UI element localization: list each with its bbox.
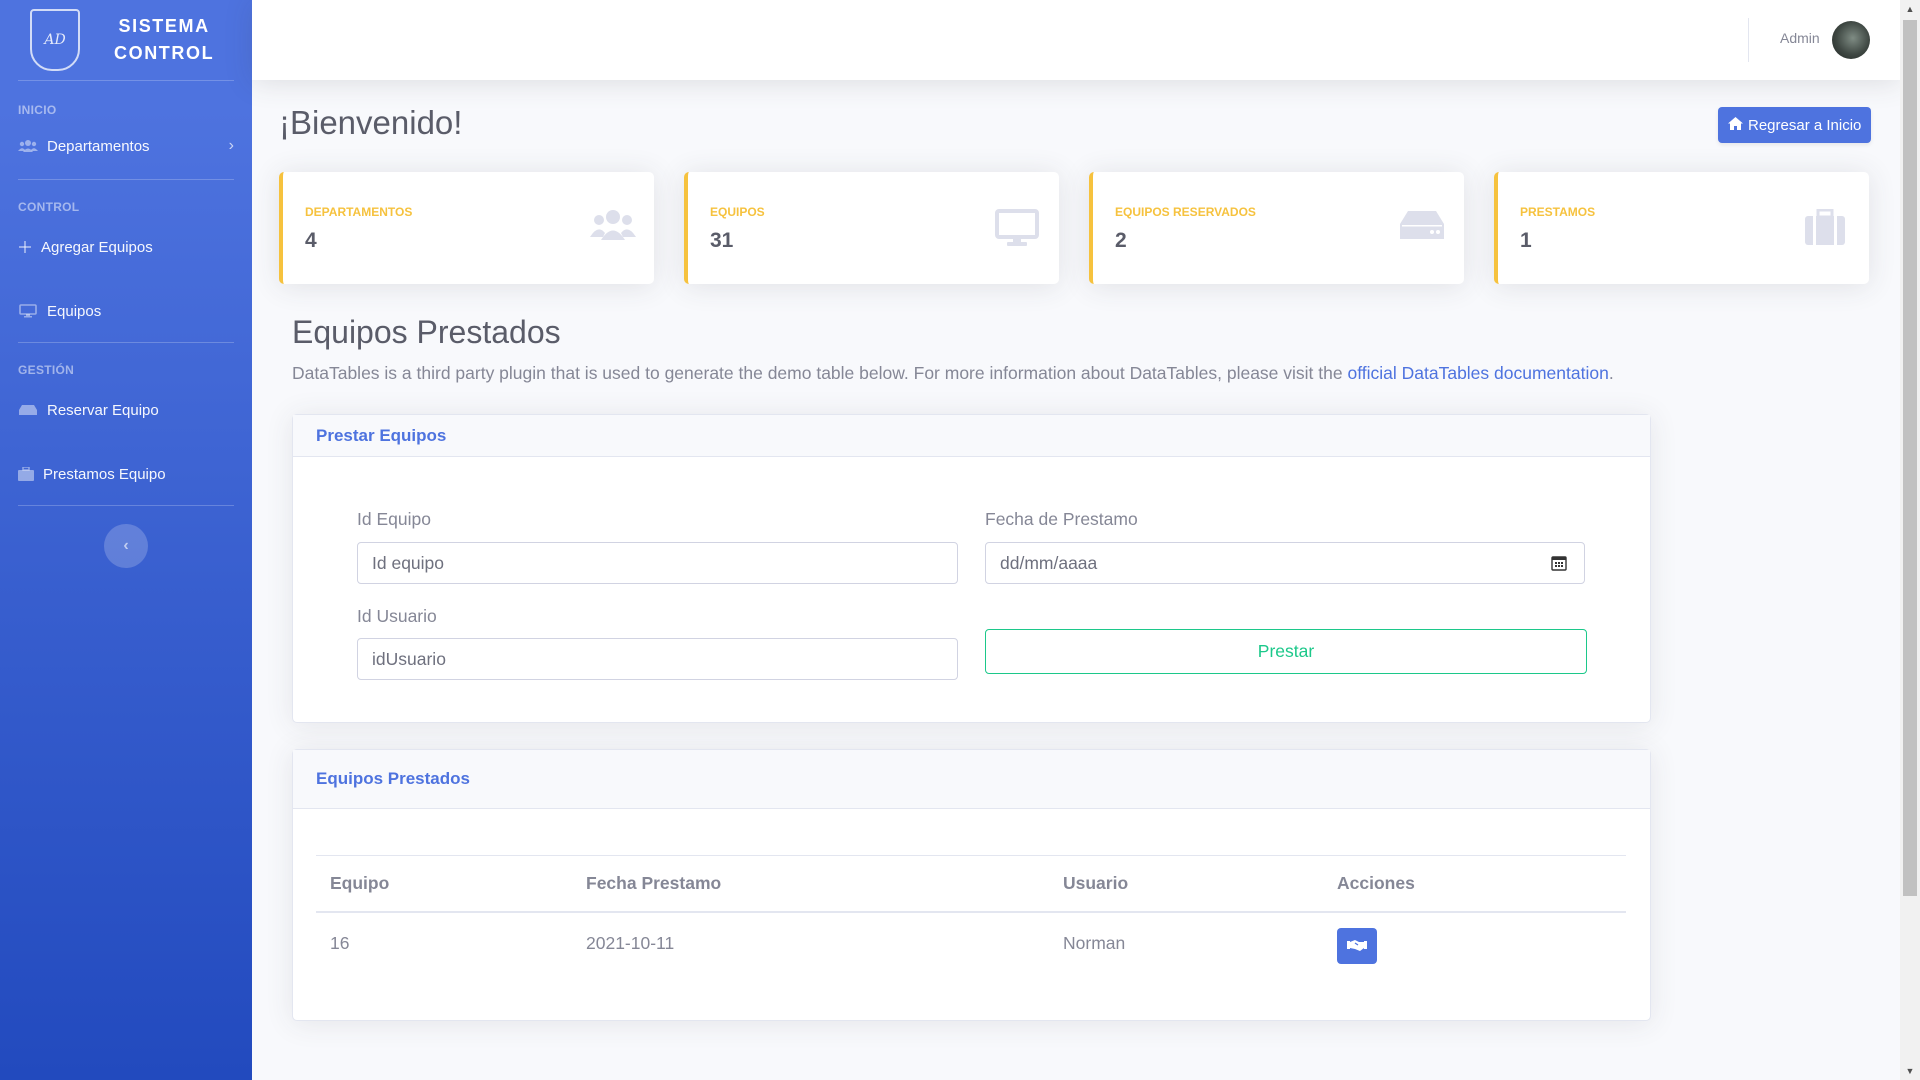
avatar[interactable] [1832,21,1870,59]
desktop-icon [995,209,1039,246]
prestar-button[interactable]: Prestar [985,629,1587,674]
calendar-icon[interactable] [1551,555,1567,571]
scroll-up-arrow-icon[interactable]: ▲ [1900,0,1920,18]
briefcase-icon [1805,208,1849,245]
id-usuario-input[interactable] [357,638,958,680]
stat-card-equipos-reservados: EQUIPOS RESERVADOS 2 [1089,172,1464,284]
sidebar: AD SISTEMA CONTROL INICIO Departamentos … [0,0,252,1080]
sidebar-item-label: Equipos [47,302,102,320]
plus-icon [18,239,32,255]
chevron-right-icon: › [228,137,234,154]
briefcase-icon [18,466,34,482]
cell-equipo: 16 [330,932,350,953]
scroll-down-arrow-icon[interactable]: ▼ [1900,1062,1920,1080]
sidebar-item-prestamos-equipo[interactable]: Prestamos Equipo [0,449,252,499]
topbar-divider [1748,18,1749,62]
sidebar-toggle-button[interactable]: ‹ [104,524,148,568]
id-equipo-input[interactable] [357,542,958,584]
stat-label: PRESTAMOS [1520,205,1596,219]
users-icon [590,209,636,245]
description-text: DataTables is a third party plugin that … [292,363,1348,383]
devolver-button[interactable] [1337,928,1377,964]
id-usuario-label: Id Usuario [357,606,437,626]
column-header[interactable]: Usuario [1049,855,1323,913]
stat-card-departamentos: DEPARTAMENTOS 4 [279,172,654,284]
card-header: Prestar Equipos [293,415,1650,457]
datatables-docs-link[interactable]: official DataTables documentation [1347,363,1608,383]
stat-label: EQUIPOS [710,205,765,219]
university-logo: AD [30,9,80,71]
column-header[interactable]: Equipo [316,855,572,913]
sidebar-heading-control: CONTROL [18,200,80,214]
page-scrollbar[interactable]: ▲ ▼ [1900,0,1920,1080]
users-icon [18,138,38,154]
hdd-icon [18,402,38,418]
sidebar-divider [18,342,234,343]
chevron-left-icon: ‹ [123,537,129,554]
sidebar-heading-gestion: GESTIÓN [18,363,75,377]
stat-card-equipos: EQUIPOS 31 [684,172,1059,284]
sidebar-item-label: Prestamos Equipo [43,465,166,483]
prestar-equipos-card: Prestar Equipos Id Equipo Fecha de Prest… [292,414,1651,723]
user-name[interactable]: Admin [1780,30,1820,46]
stat-card-prestamos: PRESTAMOS 1 [1494,172,1869,284]
section-description: DataTables is a third party plugin that … [292,363,1614,384]
equipos-prestados-card: Equipos Prestados Equipo Fecha Prestamo … [292,749,1651,1021]
brand-line-1: SISTEMA [118,16,210,36]
sidebar-item-reservar-equipo[interactable]: Reservar Equipo [0,385,252,435]
stat-label: EQUIPOS RESERVADOS [1115,205,1256,219]
sidebar-heading-inicio: INICIO [18,103,57,117]
scroll-thumb[interactable] [1903,20,1917,896]
table-row: 16 2021-10-11 Norman [316,912,1626,973]
sidebar-divider [18,80,234,81]
fecha-prestamo-input[interactable] [985,542,1585,584]
table-header-row: Equipo Fecha Prestamo Usuario Acciones [316,855,1626,913]
cell-usuario: Norman [1063,932,1126,953]
sidebar-brand[interactable]: AD SISTEMA CONTROL [0,0,252,80]
sidebar-item-agregar-equipos[interactable]: Agregar Equipos [0,222,252,272]
brand-text: SISTEMA CONTROL [114,13,214,67]
column-header[interactable]: Fecha Prestamo [572,855,1049,913]
page-title: ¡Bienvenido! [279,104,463,141]
description-suffix: . [1608,363,1614,383]
stat-label: DEPARTAMENTOS [305,205,413,219]
card-header: Equipos Prestados [293,750,1650,809]
sidebar-item-label: Agregar Equipos [41,238,153,256]
cell-fecha: 2021-10-11 [586,932,675,953]
sidebar-item-label: Reservar Equipo [47,401,159,419]
sidebar-divider [18,505,234,506]
sidebar-divider [18,179,234,180]
desktop-icon [18,303,38,319]
stat-value: 2 [1115,229,1127,252]
stat-value: 31 [710,229,734,252]
home-button-label: Regresar a Inicio [1748,116,1862,134]
handshake-icon [1347,936,1367,957]
sidebar-item-equipos[interactable]: Equipos [0,286,252,336]
fecha-prestamo-label: Fecha de Prestamo [985,509,1138,529]
stat-value: 4 [305,229,317,252]
topbar: Admin [252,0,1900,80]
stat-value: 1 [1520,229,1532,252]
hdd-icon [1400,209,1444,245]
sidebar-item-departamentos[interactable]: Departamentos › [0,121,252,171]
sidebar-item-label: Departamentos [47,137,150,155]
home-icon [1728,117,1743,133]
logo-text: AD [44,32,66,48]
id-equipo-label: Id Equipo [357,509,431,529]
column-header[interactable]: Acciones [1323,855,1626,913]
home-button[interactable]: Regresar a Inicio [1718,107,1872,143]
equipos-prestados-table: Equipo Fecha Prestamo Usuario Acciones 1… [316,855,1626,973]
brand-line-2: CONTROL [114,43,215,63]
cell-acciones [1323,912,1626,973]
section-title: Equipos Prestados [292,314,561,350]
